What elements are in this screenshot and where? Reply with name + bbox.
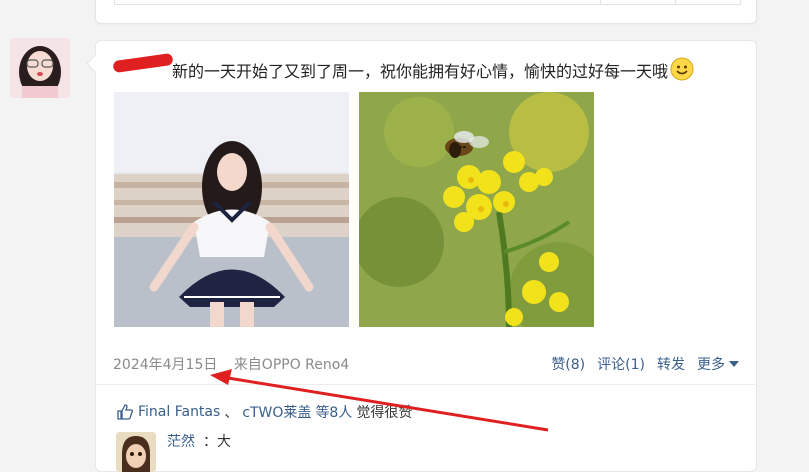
commenter-name[interactable]: 茫然 [167,434,195,450]
post-meta: 2024年4月15日 来自OPPO Reno4 [113,354,361,374]
commenter-avatar[interactable] [116,432,156,472]
liker-count[interactable]: 等8人 [315,402,352,422]
liker-separator: 、 [224,405,239,421]
comment-body: ：大 [203,434,231,450]
likes-row: Final Fantas 、 cTWO莱盖 等8人 觉得很赞 [116,402,412,422]
post-photo-girl[interactable] [114,92,349,327]
caret-down-icon [729,361,739,367]
likes-suffix: 觉得很赞 [356,405,413,421]
actions-divider [96,384,756,385]
previous-post-table [114,0,741,5]
poster-avatar[interactable] [10,38,70,98]
comment-text: 茫然 ：大 [167,431,231,451]
more-button[interactable]: 更多 [697,354,739,374]
liker-name-2[interactable]: cTWO莱盖 [242,402,311,422]
post-date: 2024年4月15日 [113,357,218,373]
smile-emoji-icon [670,57,694,88]
post-text-content: 新的一天开始了又到了周一，祝你能拥有好心情，愉快的过好每一天哦 [172,62,669,81]
post-photo-bee-flower[interactable] [359,92,594,327]
share-button[interactable]: 转发 [657,354,685,374]
like-button[interactable]: 赞(8) [551,354,585,374]
more-label: 更多 [697,357,725,373]
post-text: 新的一天开始了又到了周一，祝你能拥有好心情，愉快的过好每一天哦 [172,57,694,88]
comment-button[interactable]: 评论(1) [597,354,645,374]
post-actions: 赞(8) 评论(1) 转发 更多 [551,354,739,374]
thumbs-up-icon [117,404,133,420]
post-source: 来自OPPO Reno4 [233,357,350,373]
liker-name-1[interactable]: Final Fantas [138,404,220,420]
